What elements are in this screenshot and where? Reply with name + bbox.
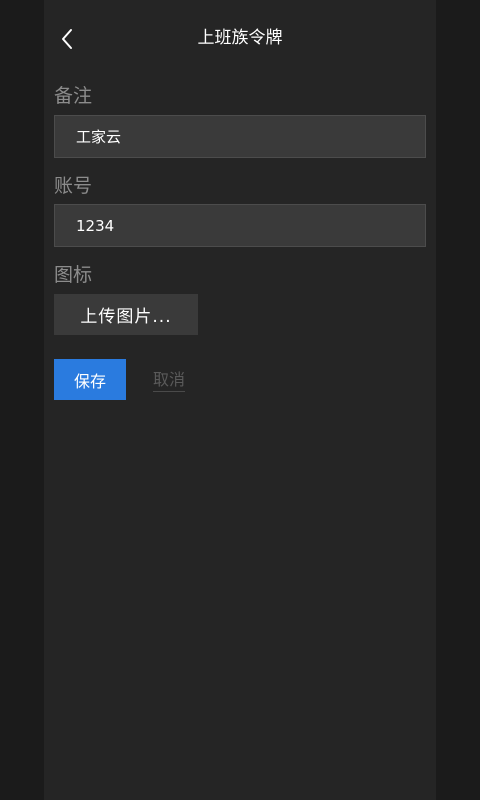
save-button[interactable]: 保存 xyxy=(54,359,126,400)
account-label: 账号 xyxy=(54,175,93,197)
icon-label: 图标 xyxy=(54,264,93,286)
app-screen: 上班族令牌 备注 账号 图标 上传图片... 保存 取消 xyxy=(0,0,480,800)
page-title: 上班族令牌 xyxy=(197,28,283,48)
account-input[interactable] xyxy=(54,204,426,247)
remark-label: 备注 xyxy=(54,85,93,107)
cancel-button[interactable]: 取消 xyxy=(153,369,186,392)
upload-image-button[interactable]: 上传图片... xyxy=(54,294,198,335)
remark-input[interactable] xyxy=(54,115,426,158)
header-bar: 上班族令牌 xyxy=(44,0,436,78)
